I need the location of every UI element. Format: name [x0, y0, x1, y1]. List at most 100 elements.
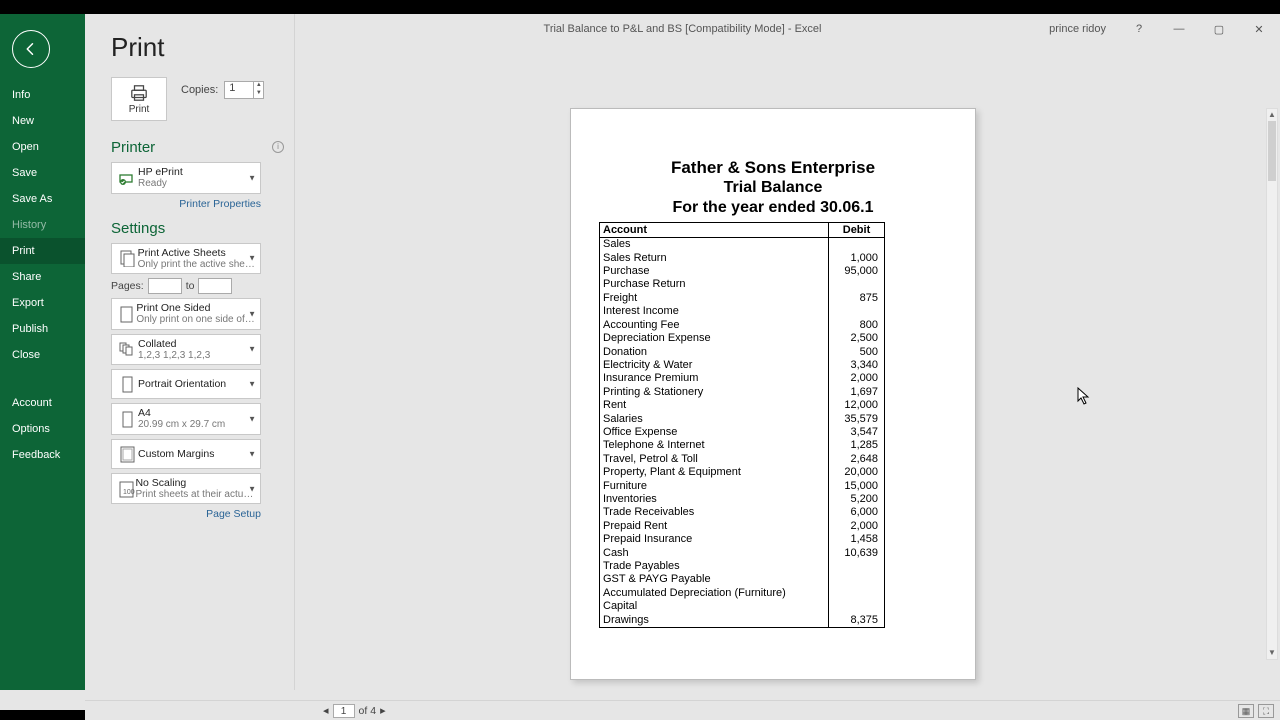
doc-title-3: For the year ended 30.06.1 [599, 198, 947, 218]
sidebar-item-share[interactable]: Share [0, 264, 85, 290]
sidebar-item-account[interactable]: Account [0, 390, 85, 416]
table-row: Trade Receivables6,000 [600, 506, 885, 519]
printer-heading: Printer [111, 139, 280, 156]
preview-scrollbar[interactable]: ▲ ▼ [1266, 108, 1278, 660]
copies-label: Copies: [181, 84, 218, 96]
table-row: Sales Return1,000 [600, 252, 885, 265]
prev-page-button[interactable]: ◂ [323, 704, 329, 717]
table-row: Interest Income [600, 305, 885, 318]
sidebar-item-save[interactable]: Save [0, 160, 85, 186]
chevron-down-icon: ▼ [248, 380, 256, 389]
settings-heading: Settings [111, 220, 280, 237]
printer-properties-link[interactable]: Printer Properties [111, 198, 261, 210]
chevron-down-icon: ▼ [248, 309, 256, 318]
zoom-to-page-button[interactable]: ⛶ [1258, 704, 1274, 718]
pages-to-input[interactable] [198, 278, 232, 294]
table-row: Freight875 [600, 292, 885, 305]
cursor-icon [1077, 387, 1091, 405]
page-total: of 4 [359, 705, 377, 717]
printer-name: HP ePrint [138, 166, 183, 178]
chevron-down-icon: ▼ [248, 173, 256, 182]
collate-icon [116, 340, 138, 358]
info-icon[interactable]: i [272, 141, 284, 153]
table-row: Prepaid Insurance1,458 [600, 533, 885, 546]
printer-select[interactable]: HP ePrintReady ▼ [111, 162, 261, 194]
back-button[interactable] [12, 30, 50, 68]
print-settings-panel: Print Print Copies: 1 ▲▼ Printer i [85, 14, 295, 690]
table-row: Cash10,639 [600, 547, 885, 560]
printer-status: Ready [138, 178, 183, 190]
sidebar-item-close[interactable]: Close [0, 342, 85, 368]
table-row: Trade Payables [600, 560, 885, 573]
table-row: Depreciation Expense2,500 [600, 332, 885, 345]
sidebar-item-new[interactable]: New [0, 108, 85, 134]
table-row: Purchase95,000 [600, 265, 885, 278]
print-preview: Father & Sons Enterprise Trial Balance F… [295, 14, 1280, 690]
scale-icon: 100 [116, 480, 135, 498]
arrow-left-icon [22, 40, 40, 58]
printer-status-icon [118, 170, 136, 186]
sheets-icon [116, 249, 138, 267]
col-debit: Debit [829, 223, 885, 238]
copies-input[interactable]: 1 ▲▼ [224, 81, 264, 99]
sidebar-item-save-as[interactable]: Save As [0, 186, 85, 212]
settings-dd-2[interactable]: Print One SidedOnly print on one side of… [111, 298, 261, 330]
page-number-input[interactable]: 1 [333, 704, 355, 718]
portrait-icon [116, 375, 138, 393]
table-row: Rent12,000 [600, 399, 885, 412]
sidebar-item-export[interactable]: Export [0, 290, 85, 316]
settings-dd-7[interactable]: 100No ScalingPrint sheets at their actua… [111, 473, 261, 505]
scroll-thumb[interactable] [1268, 121, 1276, 181]
sidebar-item-feedback[interactable]: Feedback [0, 442, 85, 468]
page-title: Print [111, 32, 280, 63]
table-row: Prepaid Rent2,000 [600, 520, 885, 533]
table-row: GST & PAYG Payable [600, 573, 885, 586]
svg-text:100: 100 [123, 489, 135, 496]
sidebar-item-history[interactable]: History [0, 212, 85, 238]
preview-page: Father & Sons Enterprise Trial Balance F… [570, 108, 976, 680]
chevron-down-icon: ▼ [248, 449, 256, 458]
pages-from-input[interactable] [148, 278, 182, 294]
scroll-down-icon[interactable]: ▼ [1267, 647, 1277, 659]
doc-title-1: Father & Sons Enterprise [599, 157, 947, 178]
chevron-down-icon: ▼ [248, 254, 256, 263]
table-row: Inventories5,200 [600, 493, 885, 506]
show-margins-button[interactable]: ▦ [1238, 704, 1254, 718]
settings-dd-3[interactable]: Collated1,2,3 1,2,3 1,2,3▼ [111, 334, 261, 366]
doc-title-2: Trial Balance [599, 178, 947, 198]
trial-balance-table: AccountDebit SalesSales Return1,000Purch… [599, 222, 885, 628]
table-row: Telephone & Internet1,285 [600, 439, 885, 452]
sidebar-item-print[interactable]: Print [0, 238, 85, 264]
table-row: Salaries35,579 [600, 413, 885, 426]
table-row: Sales [600, 238, 885, 252]
page-icon [116, 305, 136, 323]
sidebar-item-info[interactable]: Info [0, 82, 85, 108]
page-setup-link[interactable]: Page Setup [111, 508, 261, 520]
next-page-button[interactable]: ▸ [380, 704, 386, 717]
chevron-down-icon: ▼ [248, 415, 256, 424]
table-row: Furniture15,000 [600, 480, 885, 493]
print-button[interactable]: Print [111, 77, 167, 121]
scroll-up-icon[interactable]: ▲ [1267, 109, 1277, 121]
settings-dd-6[interactable]: Custom Margins▼ [111, 439, 261, 469]
table-row: Drawings8,375 [600, 614, 885, 628]
copies-value: 1 [229, 82, 235, 94]
settings-dd-0[interactable]: Print Active SheetsOnly print the active… [111, 243, 261, 275]
table-row: Donation500 [600, 346, 885, 359]
printer-icon [128, 84, 150, 102]
sidebar-item-options[interactable]: Options [0, 416, 85, 442]
table-row: Electricity & Water3,340 [600, 359, 885, 372]
sidebar-item-publish[interactable]: Publish [0, 316, 85, 342]
content-area: Trial Balance to P&L and BS [Compatibili… [85, 14, 1280, 690]
a4-icon [116, 410, 138, 428]
settings-dd-4[interactable]: Portrait Orientation▼ [111, 369, 261, 399]
table-row: Travel, Petrol & Toll2,648 [600, 453, 885, 466]
table-row: Printing & Stationery1,697 [600, 386, 885, 399]
sidebar-item-open[interactable]: Open [0, 134, 85, 160]
table-row: Office Expense3,547 [600, 426, 885, 439]
table-row: Insurance Premium2,000 [600, 372, 885, 385]
copies-spinner[interactable]: ▲▼ [253, 82, 263, 98]
preview-footer: ◂ 1 of 4 ▸ ▦ ⛶ [85, 700, 1280, 720]
settings-dd-5[interactable]: A420.99 cm x 29.7 cm▼ [111, 403, 261, 435]
backstage-sidebar: InfoNewOpenSaveSave AsHistoryPrintShareE… [0, 14, 85, 690]
